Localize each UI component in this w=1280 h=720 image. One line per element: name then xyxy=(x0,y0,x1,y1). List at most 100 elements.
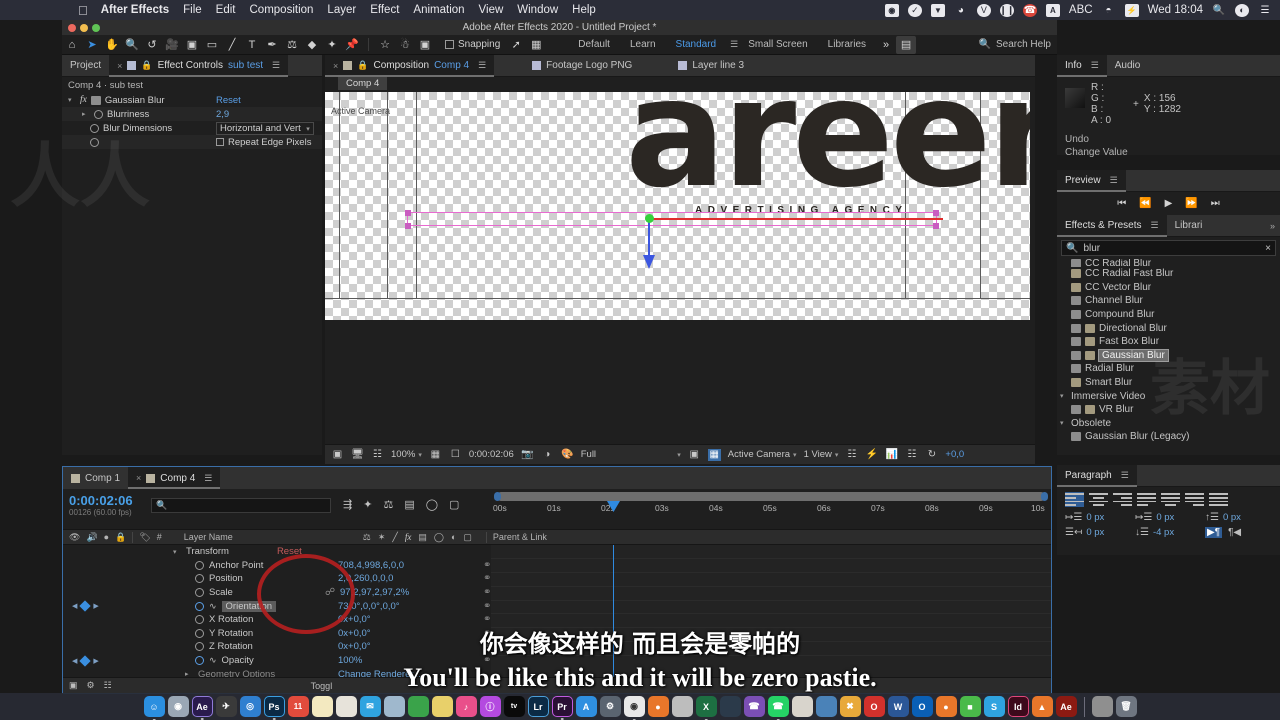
chevron-down-icon[interactable]: ▾ xyxy=(68,96,76,104)
brush-icon[interactable]: ✒ xyxy=(262,36,282,54)
tab-audio[interactable]: Audio xyxy=(1107,55,1149,77)
timeline-zoom-scrollbar[interactable] xyxy=(494,492,1048,501)
timeline-icon[interactable]: 📊 xyxy=(885,449,898,461)
chevron-right-icon[interactable]: ▸ xyxy=(82,110,90,118)
puppet-overlap-icon[interactable]: ▣ xyxy=(415,36,435,54)
quality-icon[interactable]: ╱ xyxy=(392,532,397,543)
label-color-icon[interactable]: 🏷 xyxy=(139,532,150,543)
panel-menu-icon[interactable]: ☰ xyxy=(272,60,280,71)
puppet-starch-icon[interactable]: ☃ xyxy=(395,36,415,54)
tab-project[interactable]: Project xyxy=(62,55,109,77)
draft-3d-icon[interactable]: ✦ xyxy=(363,498,372,511)
workspace-default[interactable]: Default xyxy=(568,39,620,50)
screen-record-icon[interactable]: ◉ xyxy=(884,3,899,17)
contacts-icon[interactable] xyxy=(335,696,357,717)
space-before-value[interactable]: 0 px xyxy=(1156,512,1174,523)
pause-icon[interactable]: ❙❙ xyxy=(999,3,1014,17)
vlc-icon[interactable]: ▲ xyxy=(1031,696,1053,717)
menu-view[interactable]: View xyxy=(479,4,504,16)
resolution-select[interactable]: Full ▾ xyxy=(581,449,681,460)
property-row-scale[interactable]: Scale ☍ 97,2,97,2,97,2% ⚭ xyxy=(63,586,491,600)
spotlight-search-icon[interactable]: 🔍 xyxy=(1212,4,1226,17)
zoom-icon[interactable]: 🔍 xyxy=(122,36,142,54)
tab-composition-comp4[interactable]: × 🔒 Composition Comp 4 ☰ xyxy=(325,54,495,77)
orientation-keyframe-nav[interactable]: ◀ ▶ xyxy=(63,600,109,612)
zoom-level-select[interactable]: 100% ▾ xyxy=(391,449,422,460)
indesign-icon[interactable]: Id xyxy=(1007,696,1029,717)
stopwatch-icon[interactable] xyxy=(94,109,103,119)
skype-icon[interactable]: S xyxy=(983,696,1005,717)
3d-layer-icon[interactable]: ▢ xyxy=(463,532,472,543)
space-before-field[interactable]: ↦☰ 0 px xyxy=(1135,512,1195,523)
workspace-learn[interactable]: Learn xyxy=(620,39,666,50)
lock-icon[interactable]: 🔒 xyxy=(115,532,126,543)
ltr-text-icon[interactable]: ▶¶ xyxy=(1205,527,1223,538)
effect-header-row[interactable]: ▾ fx Gaussian Blur Reset xyxy=(62,93,322,107)
stopwatch-icon[interactable] xyxy=(195,601,204,611)
indent-left-field[interactable]: ↦☰ 0 px xyxy=(1065,512,1125,523)
effect-reset-button[interactable]: Reset xyxy=(216,95,241,106)
mask-visibility-icon[interactable]: ▣ xyxy=(688,449,701,461)
indent-left-value[interactable]: 0 px xyxy=(1086,512,1104,523)
panel-menu-icon[interactable]: ☰ xyxy=(1091,60,1099,71)
frame-blend-icon[interactable]: ▤ xyxy=(418,532,427,543)
property-value-blurriness[interactable]: 2,9 xyxy=(216,109,229,120)
timeline-search-input[interactable]: 🔍 xyxy=(151,498,331,513)
list-item[interactable]: Gaussian Blur (Legacy) xyxy=(1057,430,1280,444)
workspace-menu-icon[interactable]: ☰ xyxy=(730,39,738,50)
preview-icon[interactable] xyxy=(383,696,405,717)
property-row-orientation[interactable]: ◀ ▶ ∿ Orientation 73,0°,0,0°,0,0° ⚭ xyxy=(63,599,491,613)
folder-blue-icon[interactable] xyxy=(815,696,837,717)
chevron-down-icon[interactable]: ▾ xyxy=(173,548,181,556)
selection-arrow-icon[interactable]: ➤ xyxy=(82,36,102,54)
lightroom-icon[interactable]: Lr xyxy=(527,696,549,717)
downloads-stack-icon[interactable] xyxy=(1091,696,1113,717)
always-preview-icon[interactable]: ▣ xyxy=(331,449,344,461)
wifi-icon[interactable]: ◓ xyxy=(1102,4,1116,17)
close-icon[interactable]: × xyxy=(333,61,338,71)
lock-icon[interactable]: 🔒 xyxy=(141,60,152,71)
property-row-anchor-point[interactable]: Anchor Point 708,4,998,6,0,0 ⚭ xyxy=(63,559,491,573)
snapshot-icon[interactable]: 📷 xyxy=(521,449,534,461)
tab-comp-4[interactable]: × Comp 4 ☰ xyxy=(128,467,221,489)
photoshop-icon[interactable]: Ps xyxy=(263,696,285,720)
excel-icon[interactable]: X xyxy=(695,696,717,720)
scale-value[interactable]: 97,2,97,2,97,2% xyxy=(340,587,409,598)
transform-reset-button[interactable]: Reset xyxy=(277,546,302,557)
reset-exposure-icon[interactable]: ↻ xyxy=(925,449,938,461)
panel-menu-icon[interactable]: ☰ xyxy=(1151,220,1159,231)
align-center-icon[interactable] xyxy=(1089,492,1108,507)
menu-effect[interactable]: Effect xyxy=(370,4,399,16)
flowchart-icon[interactable]: ☷ xyxy=(905,449,918,461)
mail-rocket-icon[interactable]: ✈ xyxy=(215,696,237,717)
selection-handle[interactable] xyxy=(405,210,411,216)
previous-keyframe-icon[interactable]: ◀ xyxy=(72,602,77,610)
finder-icon[interactable]: ☺ xyxy=(143,696,165,720)
appstore-icon[interactable]: A xyxy=(575,696,597,717)
stickies-icon[interactable] xyxy=(431,696,453,717)
messages-icon[interactable]: ✉ xyxy=(359,696,381,717)
speaker-icon[interactable]: 🔊 xyxy=(86,532,97,543)
list-item[interactable]: Compound Blur xyxy=(1057,308,1280,322)
view-layout-select[interactable]: 1 View ▾ xyxy=(804,449,839,460)
region-of-interest-icon[interactable]: ☐ xyxy=(449,449,462,461)
excel-green-icon[interactable] xyxy=(407,696,429,717)
space-above-field[interactable]: ↑☰ 0 px xyxy=(1205,512,1265,523)
effects-results-list[interactable]: CC Radial Blur CC Radial Fast Blur CC Ve… xyxy=(1057,259,1280,444)
dropbox-icon[interactable]: ▼ xyxy=(930,3,945,17)
timeline-ruler[interactable]: 00s 01s 02s 03s 04s 05s 06s 07s 08s 09s … xyxy=(491,489,1051,529)
calendar-icon[interactable]: 11 xyxy=(287,696,309,717)
x-axis-arrow[interactable] xyxy=(653,218,943,220)
selection-handle[interactable] xyxy=(933,210,939,216)
play-icon[interactable]: ▶ xyxy=(1165,198,1173,209)
firefox2-icon[interactable]: ● xyxy=(935,696,957,717)
motion-blur-icon[interactable]: ◯ xyxy=(426,498,438,511)
panel-menu-icon[interactable]: ☰ xyxy=(1121,470,1129,481)
siri-icon[interactable]: ◐ xyxy=(1235,3,1249,17)
next-keyframe-icon[interactable]: ▶ xyxy=(93,602,98,610)
blur-dimensions-dropdown[interactable]: Horizontal and Vert ▾ xyxy=(216,121,314,135)
list-item[interactable]: VR Blur xyxy=(1057,403,1280,417)
space-after-value[interactable]: -4 px xyxy=(1153,527,1174,538)
pan-behind-icon[interactable]: ▣ xyxy=(182,36,202,54)
puppet-pin-icon[interactable]: 📌 xyxy=(342,36,362,54)
